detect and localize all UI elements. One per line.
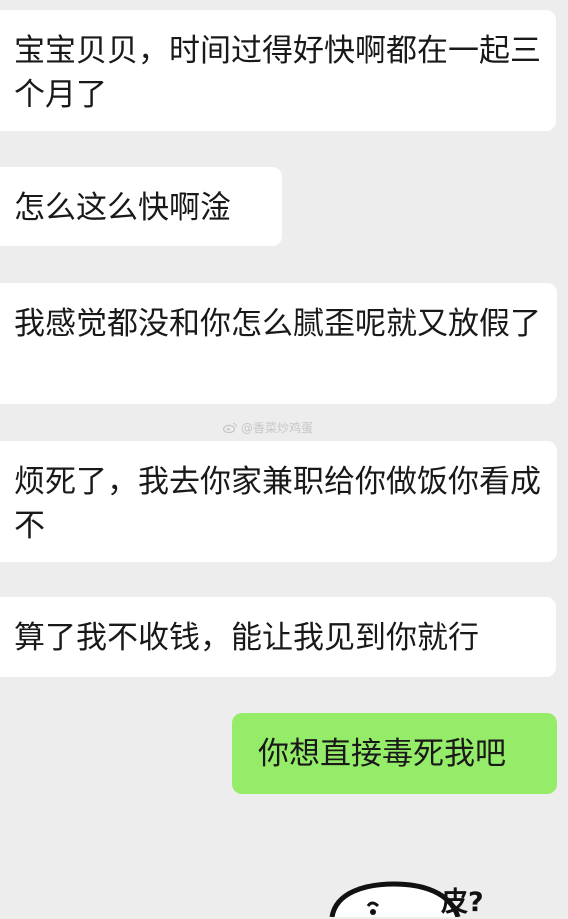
message-text: 我感觉都没和你怎么腻歪呢就又放假了: [14, 306, 541, 342]
message-text: 怎么这么快啊淦: [14, 190, 231, 226]
watermark-text: @香菜炒鸡蛋: [241, 421, 314, 435]
sent-message-bubble[interactable]: 你想直接毒死我吧: [232, 713, 557, 794]
message-text: 宝宝贝贝，时间过得好快啊都在一起三个月了: [14, 33, 541, 113]
received-message-bubble[interactable]: 我感觉都没和你怎么腻歪呢就又放假了: [0, 283, 557, 404]
weibo-logo-icon: [223, 422, 238, 433]
watermark: @香菜炒鸡蛋: [223, 419, 313, 436]
message-text: 烦死了，我去你家兼职给你做饭你看成不: [14, 464, 541, 544]
message-text: 你想直接毒死我吧: [258, 735, 506, 772]
chat-area: 宝宝贝贝，时间过得好快啊都在一起三个月了 怎么这么快啊淦 我感觉都没和你怎么腻歪…: [0, 0, 568, 918]
received-message-bubble[interactable]: 算了我不收钱，能让我见到你就行: [0, 597, 556, 677]
received-message-bubble[interactable]: 烦死了，我去你家兼职给你做饭你看成不: [0, 441, 557, 562]
received-message-bubble[interactable]: 宝宝贝贝，时间过得好快啊都在一起三个月了: [0, 10, 556, 131]
sticker-caption: 皮?: [441, 887, 484, 918]
received-message-bubble[interactable]: 怎么这么快啊淦: [0, 167, 282, 246]
message-text: 算了我不收钱，能让我见到你就行: [14, 620, 479, 656]
